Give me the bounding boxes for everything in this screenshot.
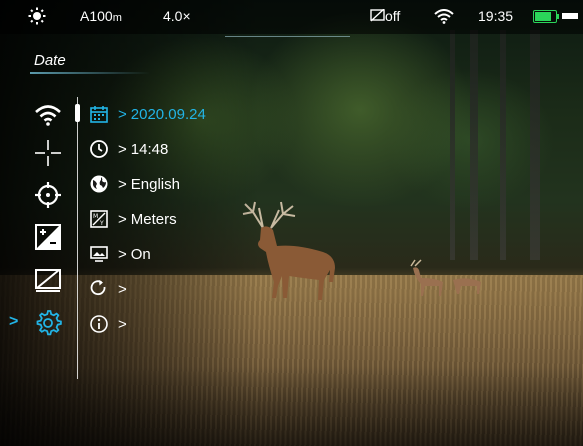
crosshair-target-icon[interactable] xyxy=(33,180,63,210)
screen-row[interactable]: > On xyxy=(88,241,151,267)
wifi-icon[interactable] xyxy=(33,100,63,130)
date-row[interactable]: > 2020.09.24 xyxy=(88,101,206,127)
chevron-right-icon: > xyxy=(118,315,127,333)
chevron-right-icon: > xyxy=(118,280,127,298)
menu-title-underline xyxy=(30,72,150,74)
bottom-vignette xyxy=(0,366,583,446)
screen-value: On xyxy=(130,245,151,263)
units-row[interactable]: MY > Meters xyxy=(88,206,177,232)
reset-row[interactable]: > xyxy=(88,276,131,302)
brightness-icon xyxy=(28,7,46,28)
reset-icon xyxy=(88,278,110,300)
calendar-icon xyxy=(88,103,110,125)
time-value: 14:48 xyxy=(130,140,169,158)
record-off-icon xyxy=(370,8,385,22)
display-off-icon[interactable] xyxy=(33,266,63,296)
wifi-status-icon xyxy=(434,9,454,27)
range-readout: A100m xyxy=(80,8,122,24)
status-bar: A100m 4.0× off 19:35 xyxy=(0,0,583,37)
screen-icon xyxy=(88,243,110,265)
chevron-right-icon: > xyxy=(118,245,127,263)
exposure-icon[interactable] xyxy=(33,222,63,252)
menu-divider xyxy=(77,97,78,379)
chevron-right-icon: > xyxy=(118,140,127,158)
chevron-right-icon: > xyxy=(118,105,127,123)
recording-status: off xyxy=(370,8,400,24)
selection-arrow-icon: > xyxy=(9,313,19,330)
reticle-icon[interactable] xyxy=(33,138,63,168)
info-row[interactable]: > xyxy=(88,311,131,337)
recording-value: off xyxy=(385,8,401,24)
range-value: A100 xyxy=(80,8,113,24)
chevron-right-icon: > xyxy=(118,210,127,228)
svg-text:Y: Y xyxy=(99,220,104,227)
time-row[interactable]: > 14:48 xyxy=(88,136,168,162)
range-unit: m xyxy=(112,12,122,24)
settings-gear-icon[interactable] xyxy=(33,308,63,338)
date-value: 2020.09.24 xyxy=(130,105,206,123)
menu-title: Date xyxy=(34,52,66,69)
language-value: English xyxy=(130,175,180,193)
svg-text:M: M xyxy=(93,213,98,220)
chevron-right-icon: > xyxy=(118,175,127,193)
info-icon xyxy=(88,313,110,335)
external-power-icon xyxy=(562,13,578,19)
battery-icon xyxy=(533,10,559,23)
zoom-readout: 4.0× xyxy=(163,8,191,24)
clock-time: 19:35 xyxy=(478,8,514,24)
units-value: Meters xyxy=(130,210,177,228)
scroll-indicator xyxy=(75,104,80,122)
units-icon: MY xyxy=(88,208,110,230)
status-bar-notch xyxy=(225,22,350,37)
clock-icon xyxy=(88,138,110,160)
language-row[interactable]: > English xyxy=(88,171,180,197)
viewfinder-screen: A100m 4.0× off 19:35 Date > > 2020.09.24… xyxy=(0,0,583,446)
globe-icon xyxy=(88,173,110,195)
